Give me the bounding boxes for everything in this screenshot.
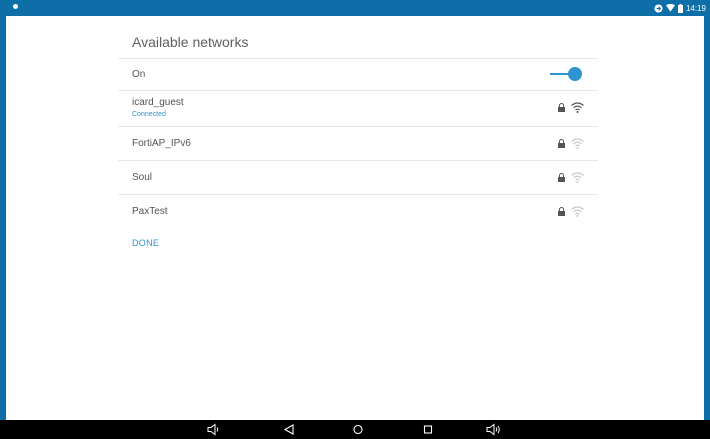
network-name: PaxTest [132, 206, 168, 217]
network-icons [558, 172, 584, 183]
lock-icon [558, 173, 565, 182]
network-name: icard_guest [132, 97, 184, 108]
notification-dot-icon [13, 4, 18, 9]
wifi-toggle-row[interactable]: On [118, 59, 598, 90]
battery-icon [677, 3, 683, 13]
network-row[interactable]: FortiAP_IPv6 [118, 127, 598, 160]
wifi-signal-weak-icon [571, 172, 584, 183]
network-status: Connected [132, 111, 166, 118]
recents-icon[interactable] [421, 423, 435, 436]
wifi-toggle-switch[interactable] [550, 67, 582, 81]
page-title: Available networks [132, 34, 249, 50]
back-icon[interactable] [282, 423, 296, 436]
wifi-signal-weak-icon [571, 138, 584, 149]
network-icons [558, 206, 584, 217]
volume-down-icon[interactable] [207, 423, 221, 436]
lock-icon [558, 207, 565, 216]
wifi-icon [665, 4, 675, 12]
status-icons: 14:19 [654, 2, 706, 14]
network-row[interactable]: Soul [118, 161, 598, 194]
sync-icon [654, 3, 663, 13]
network-icons [558, 102, 584, 113]
clock: 14:19 [685, 3, 706, 13]
network-name: Soul [132, 172, 153, 183]
toggle-label: On [132, 69, 146, 80]
network-row[interactable]: icard_guest Connected [118, 91, 598, 126]
network-name: FortiAP_IPv6 [132, 138, 191, 149]
volume-up-icon[interactable] [486, 423, 500, 436]
wifi-signal-strong-icon [571, 102, 584, 113]
status-bar: 14:19 [0, 0, 710, 16]
screen: Available networks On icard_guest Connec… [6, 16, 704, 420]
toggle-thumb [568, 67, 582, 81]
lock-icon [558, 103, 565, 112]
network-icons [558, 138, 584, 149]
lock-icon [558, 139, 565, 148]
wifi-signal-weak-icon [571, 206, 584, 217]
home-icon[interactable] [351, 423, 365, 436]
navigation-bar [0, 420, 710, 439]
networks-panel: Available networks On icard_guest Connec… [118, 16, 598, 420]
network-row[interactable]: PaxTest [118, 195, 598, 228]
done-button[interactable]: DONE [132, 238, 159, 248]
